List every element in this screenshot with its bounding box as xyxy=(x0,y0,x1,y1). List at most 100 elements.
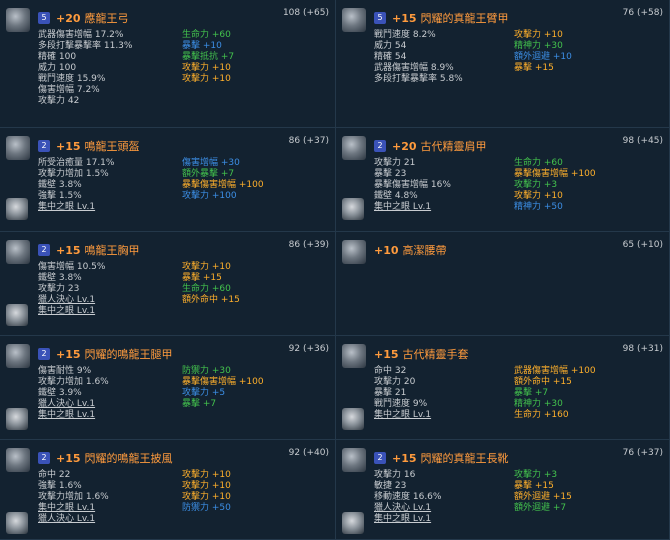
enhance-level: +15 xyxy=(56,452,81,465)
stat-line: 攻擊力 42 xyxy=(38,96,80,106)
bonus-line: 生命力 +160 xyxy=(514,410,569,420)
stat-line: 攻擊力 21 xyxy=(374,158,416,168)
bonus-line: 暴擊傷害增幅 +100 xyxy=(182,377,264,387)
stat-line[interactable]: 集中之眼 Lv.1 xyxy=(38,410,109,421)
gem-icon[interactable] xyxy=(342,408,364,430)
bonus-line: 攻擊力 +5 xyxy=(182,388,226,398)
bonus-line: 暴擊傷害增幅 +100 xyxy=(182,180,264,190)
bonus-line: 防禦力 +30 xyxy=(182,366,231,376)
stat-line: 武器傷害增幅 8.9% xyxy=(374,63,454,73)
equipment-card[interactable]: 5 +20 應龍王弓 108 (+65) 武器傷害增幅 17.2% 多段打擊暴擊率 11.… xyxy=(0,0,336,128)
gem-icon[interactable] xyxy=(6,304,28,326)
bonus-line: 生命力 +60 xyxy=(514,158,563,168)
item-icon[interactable] xyxy=(342,240,366,264)
item-name: 閃耀的鳴龍王披風 xyxy=(84,452,173,465)
stat-line: 鐵壁 3.8% xyxy=(38,180,82,190)
item-title: +15 閃耀的真龍王臂甲 xyxy=(392,10,509,26)
equipment-card[interactable]: +10 高潔腰帶 65 (+10) xyxy=(336,232,670,336)
stat-line: 暴擊 23 xyxy=(374,169,407,179)
gem-icon[interactable] xyxy=(6,512,28,534)
equipment-card[interactable]: 2 +15 閃耀的鳴龍王披風 92 (+40) 命中 22 強擊 1.6% 攻擊力增加 1.… xyxy=(0,440,336,540)
bonus-stats: 攻擊力 +3 暴擊 +15 額外迴避 +15 額外迴避 +7 xyxy=(514,470,572,514)
item-icon[interactable] xyxy=(342,136,366,160)
item-title: +15 閃耀的鳴龍王披風 xyxy=(56,450,173,466)
bonus-line: 攻擊力 +100 xyxy=(182,191,237,201)
stat-line: 武器傷害增幅 17.2% xyxy=(38,30,124,40)
bonus-line: 額外迴避 +7 xyxy=(514,503,567,513)
stat-line: 戰鬥速度 9% xyxy=(374,399,428,409)
stat-line[interactable]: 集中之眼 Lv.1 xyxy=(38,306,105,317)
item-icon[interactable] xyxy=(6,136,30,160)
bonus-line: 攻擊力 +10 xyxy=(182,63,231,73)
stat-line[interactable]: 集中之眼 Lv.1 xyxy=(38,202,114,213)
enhance-level: +10 xyxy=(374,244,399,257)
stat-line: 移動速度 16.6% xyxy=(374,492,442,502)
enhance-level: +15 xyxy=(374,348,399,361)
equipment-card[interactable]: 2 +15 鳴龍王頭盔 86 (+37) 所受治癒量 17.1% 攻擊力增加 1.5% 鐵壁… xyxy=(0,128,336,232)
item-icon[interactable] xyxy=(6,240,30,264)
stat-line: 所受治癒量 17.1% xyxy=(38,158,115,168)
stat-line: 攻擊力 23 xyxy=(38,284,80,294)
equipment-card[interactable]: +15 古代精靈手套 98 (+31) 命中 32 攻擊力 20 暴擊 21 戰鬥速度 9%… xyxy=(336,336,670,440)
item-title: +15 鳴龍王胸甲 xyxy=(56,242,140,258)
stat-line: 攻擊力增加 1.5% xyxy=(38,169,109,179)
equipment-card[interactable]: 2 +15 閃耀的鳴龍王腿甲 92 (+36) 傷害耐性 9% 攻擊力增加 1.6% 鐵壁 … xyxy=(0,336,336,440)
equipment-card[interactable]: 5 +15 閃耀的真龍王臂甲 76 (+58) 戰鬥速度 8.2% 威力 54 精確 54 武… xyxy=(336,0,670,128)
stat-line: 攻擊力 20 xyxy=(374,377,416,387)
base-stats: 攻擊力 16 敏捷 23 移動速度 16.6% 獵人決心 Lv.1 集中之眼 Lv.1 xyxy=(374,470,441,525)
base-stats: 命中 32 攻擊力 20 暴擊 21 戰鬥速度 9% 集中之眼 Lv.1 xyxy=(374,366,431,421)
bonus-line: 暴擊 +15 xyxy=(514,481,554,491)
bonus-line: 攻擊力 +10 xyxy=(182,470,231,480)
item-icon[interactable] xyxy=(342,8,366,32)
stat-line[interactable]: 集中之眼 Lv.1 xyxy=(38,503,109,514)
stat-line: 鐵壁 4.8% xyxy=(374,191,418,201)
equipment-card[interactable]: 2 +15 鳴龍王胸甲 86 (+39) 傷害增幅 10.5% 鐵壁 3.8% 攻擊力 23… xyxy=(0,232,336,336)
stat-line[interactable]: 獵人決心 Lv.1 xyxy=(38,514,109,525)
item-score: 65 (+10) xyxy=(622,240,663,250)
stat-line: 攻擊力增加 1.6% xyxy=(38,492,109,502)
stat-line: 傷害增幅 10.5% xyxy=(38,262,106,272)
stat-line[interactable]: 獵人決心 Lv.1 xyxy=(374,503,441,514)
stat-line: 多段打擊暴擊率 5.8% xyxy=(374,74,463,84)
bonus-line: 暴擊傷害增幅 +100 xyxy=(514,169,596,179)
gem-icon[interactable] xyxy=(342,198,364,220)
bonus-line: 暴擊 +7 xyxy=(182,399,217,409)
item-icon[interactable] xyxy=(6,344,30,368)
stat-line: 鐵壁 3.8% xyxy=(38,273,82,283)
item-title: +15 閃耀的鳴龍王腿甲 xyxy=(56,346,173,362)
stat-line: 暴擊 21 xyxy=(374,388,407,398)
stat-line: 威力 100 xyxy=(38,63,77,73)
item-score: 98 (+45) xyxy=(622,136,663,146)
item-score: 108 (+65) xyxy=(282,8,329,18)
item-score: 76 (+37) xyxy=(622,448,663,458)
base-stats: 傷害耐性 9% 攻擊力增加 1.6% 鐵壁 3.9% 獵人決心 Lv.1 集中之眼 Lv… xyxy=(38,366,109,421)
tier-badge: 2 xyxy=(374,452,386,464)
bonus-line: 攻擊力 +3 xyxy=(514,470,558,480)
stat-line[interactable]: 獵人決心 Lv.1 xyxy=(38,399,109,410)
item-icon[interactable] xyxy=(6,8,30,32)
bonus-line: 精神力 +30 xyxy=(514,41,563,51)
enhance-level: +20 xyxy=(56,12,81,25)
enhance-level: +15 xyxy=(392,452,417,465)
stat-line[interactable]: 集中之眼 Lv.1 xyxy=(374,410,431,421)
stat-line[interactable]: 集中之眼 Lv.1 xyxy=(374,514,441,525)
item-title: +15 古代精靈手套 xyxy=(374,346,469,362)
bonus-line: 攻擊力 +3 xyxy=(514,180,558,190)
bonus-line: 攻擊力 +10 xyxy=(182,74,231,84)
item-icon[interactable] xyxy=(6,448,30,472)
equipment-card[interactable]: 2 +20 古代精靈肩甲 98 (+45) 攻擊力 21 暴擊 23 暴擊傷害增幅 16% 鐵… xyxy=(336,128,670,232)
stat-line[interactable]: 集中之眼 Lv.1 xyxy=(374,202,451,213)
item-icon[interactable] xyxy=(342,344,366,368)
gem-icon[interactable] xyxy=(6,408,28,430)
equipment-card[interactable]: 2 +15 閃耀的真龍王長靴 76 (+37) 攻擊力 16 敏捷 23 移動速度 16.6… xyxy=(336,440,670,540)
item-icon[interactable] xyxy=(342,448,366,472)
gem-icon[interactable] xyxy=(342,512,364,534)
stat-line: 敏捷 23 xyxy=(374,481,407,491)
stat-line[interactable]: 獵人決心 Lv.1 xyxy=(38,295,105,306)
gem-icon[interactable] xyxy=(6,198,28,220)
base-stats: 戰鬥速度 8.2% 威力 54 精確 54 武器傷害增幅 8.9% 多段打擊暴擊率 5.… xyxy=(374,30,463,85)
stat-line: 戰鬥速度 8.2% xyxy=(374,30,436,40)
stat-line: 攻擊力 16 xyxy=(374,470,416,480)
bonus-line: 武器傷害增幅 +100 xyxy=(514,366,596,376)
base-stats: 攻擊力 21 暴擊 23 暴擊傷害增幅 16% 鐵壁 4.8% 集中之眼 Lv.1 xyxy=(374,158,451,213)
